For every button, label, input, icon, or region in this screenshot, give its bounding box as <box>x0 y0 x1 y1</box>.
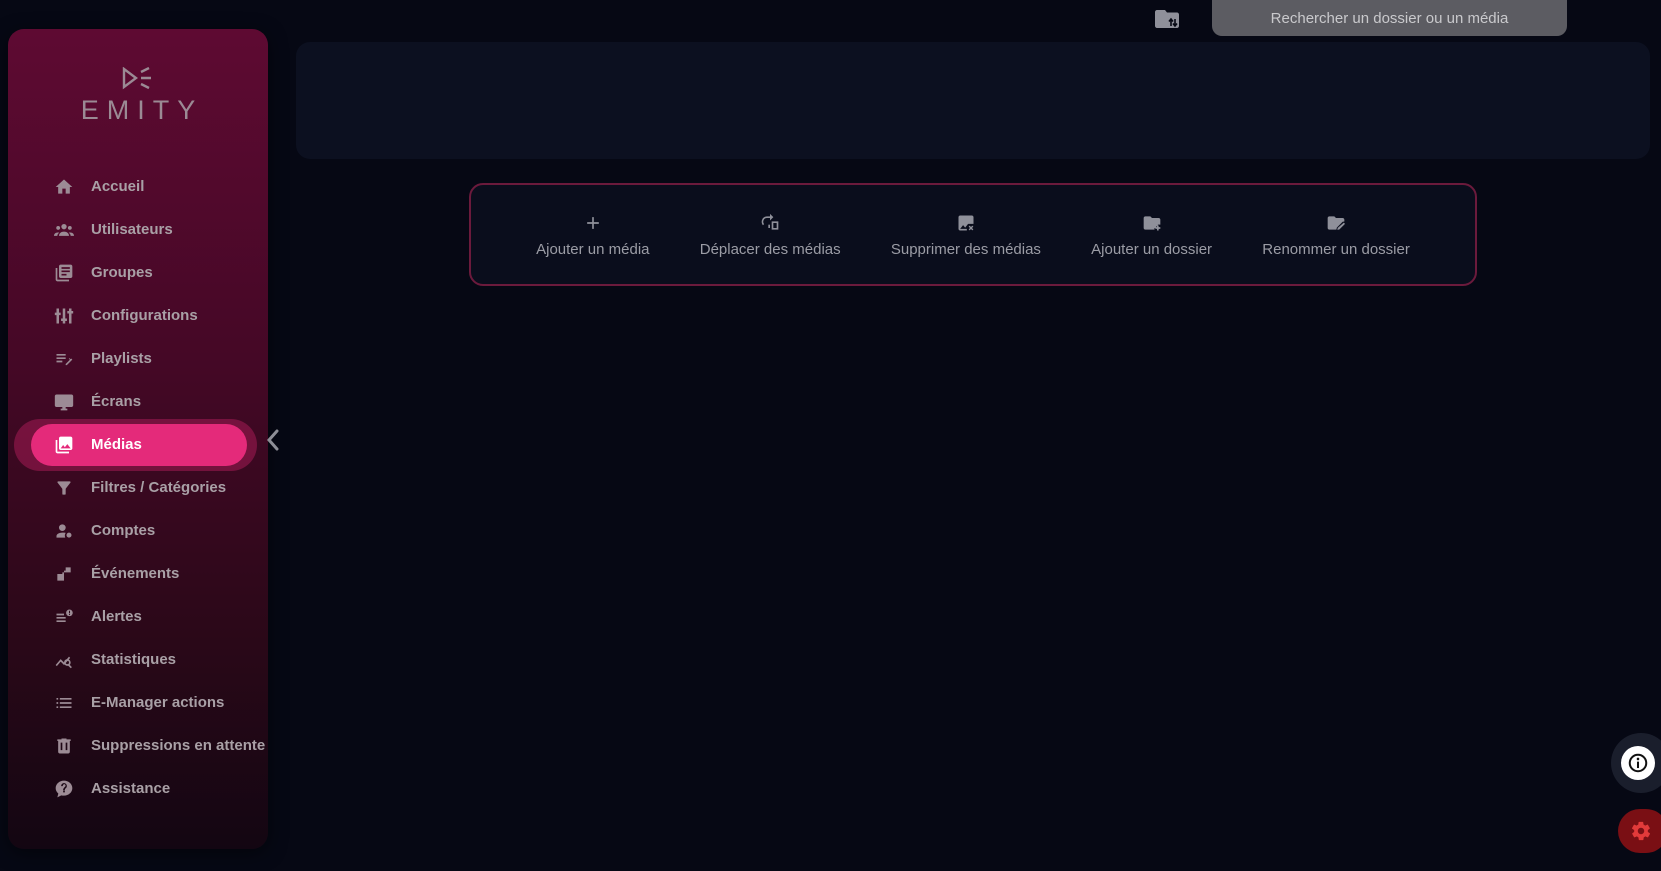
sidebar-item-statistiques[interactable]: Statistiques <box>8 638 268 681</box>
rename-folder-label: Renommer un dossier <box>1262 241 1410 258</box>
folder-sort-button[interactable] <box>1153 6 1183 32</box>
folder-plus-icon <box>1142 211 1162 235</box>
sidebar-item-label: Alertes <box>91 608 142 625</box>
move-media-label: Déplacer des médias <box>699 241 841 258</box>
sidebar-item-medias[interactable]: Médias <box>8 419 268 471</box>
sidebar-item-label: Configurations <box>91 307 198 324</box>
sidebar-item-alertes[interactable]: Alertes <box>8 595 268 638</box>
home-icon <box>52 175 76 199</box>
collapse-sidebar-button[interactable] <box>262 426 284 454</box>
playlist-edit-icon <box>52 347 76 371</box>
sidebar-nav: Accueil Utilisateurs Groupes Configurati… <box>8 165 268 810</box>
sidebar-item-emanager[interactable]: E-Manager actions <box>8 681 268 724</box>
chevron-left-icon <box>266 429 279 451</box>
photo-library-icon <box>52 433 76 457</box>
header-panel <box>296 42 1650 159</box>
sidebar: EMITY Accueil Utilisateurs Groupes Confi… <box>8 29 268 849</box>
sidebar-item-label: Écrans <box>91 393 142 410</box>
list-icon <box>52 691 76 715</box>
plus-icon <box>583 211 603 235</box>
alert-list-icon <box>52 605 76 629</box>
settings-button[interactable] <box>1618 809 1661 853</box>
delete-media-button[interactable]: Supprimer des médias <box>891 211 1041 258</box>
info-button[interactable] <box>1611 733 1661 793</box>
brand-name: EMITY <box>80 95 204 125</box>
add-media-button[interactable]: Ajouter un média <box>536 211 650 258</box>
account-icon <box>52 519 76 543</box>
sidebar-item-ecrans[interactable]: Écrans <box>8 380 268 423</box>
move-media-button[interactable]: Déplacer des médias <box>700 211 841 258</box>
add-folder-button[interactable]: Ajouter un dossier <box>1091 211 1212 258</box>
sidebar-item-utilisateurs[interactable]: Utilisateurs <box>8 208 268 251</box>
trash-icon <box>52 734 76 758</box>
sidebar-item-accueil[interactable]: Accueil <box>8 165 268 208</box>
sidebar-item-label: Suppressions en attente <box>91 737 266 754</box>
sidebar-item-comptes[interactable]: Comptes <box>8 509 268 552</box>
sidebar-item-label: Comptes <box>91 522 156 539</box>
folder-edit-icon <box>1326 211 1346 235</box>
sidebar-item-filtres[interactable]: Filtres / Catégories <box>8 466 268 509</box>
monitor-icon <box>52 390 76 414</box>
delete-media-label: Supprimer des médias <box>890 241 1041 258</box>
brand-logo[interactable]: EMITY <box>8 67 268 126</box>
chat-help-icon <box>52 777 76 801</box>
sidebar-item-label: Accueil <box>91 178 145 195</box>
rename-folder-button[interactable]: Renommer un dossier <box>1262 211 1410 258</box>
sidebar-item-label: Assistance <box>91 780 171 797</box>
sidebar-item-configurations[interactable]: Configurations <box>8 294 268 337</box>
users-icon <box>52 218 76 242</box>
library-icon <box>52 261 76 285</box>
gear-icon <box>1631 821 1651 841</box>
sidebar-item-label: E-Manager actions <box>91 694 225 711</box>
emity-logo-icon <box>122 67 151 90</box>
search-input[interactable] <box>1212 0 1567 36</box>
media-actions-toolbar: Ajouter un média Déplacer des médias Sup… <box>469 183 1477 286</box>
events-icon <box>52 562 76 586</box>
sidebar-item-label: Médias <box>91 436 142 453</box>
sidebar-item-label: Playlists <box>91 350 152 367</box>
delete-image-icon <box>956 211 976 235</box>
sidebar-item-groupes[interactable]: Groupes <box>8 251 268 294</box>
sidebar-item-assistance[interactable]: Assistance <box>8 767 268 810</box>
sidebar-item-label: Statistiques <box>91 651 177 668</box>
sidebar-item-label: Groupes <box>91 264 153 281</box>
folder-sort-icon <box>1155 10 1179 28</box>
filter-icon <box>52 476 76 500</box>
sliders-icon <box>52 304 76 328</box>
sidebar-item-evenements[interactable]: Événements <box>8 552 268 595</box>
add-media-label: Ajouter un média <box>536 241 650 258</box>
info-icon <box>1621 746 1655 780</box>
add-folder-label: Ajouter un dossier <box>1091 241 1213 258</box>
move-media-icon <box>760 211 780 235</box>
sidebar-item-label: Utilisateurs <box>91 221 173 238</box>
sidebar-item-suppressions[interactable]: Suppressions en attente <box>8 724 268 767</box>
sidebar-item-label: Filtres / Catégories <box>91 479 227 496</box>
sidebar-item-playlists[interactable]: Playlists <box>8 337 268 380</box>
stats-icon <box>52 648 76 672</box>
sidebar-item-label: Événements <box>91 565 180 582</box>
